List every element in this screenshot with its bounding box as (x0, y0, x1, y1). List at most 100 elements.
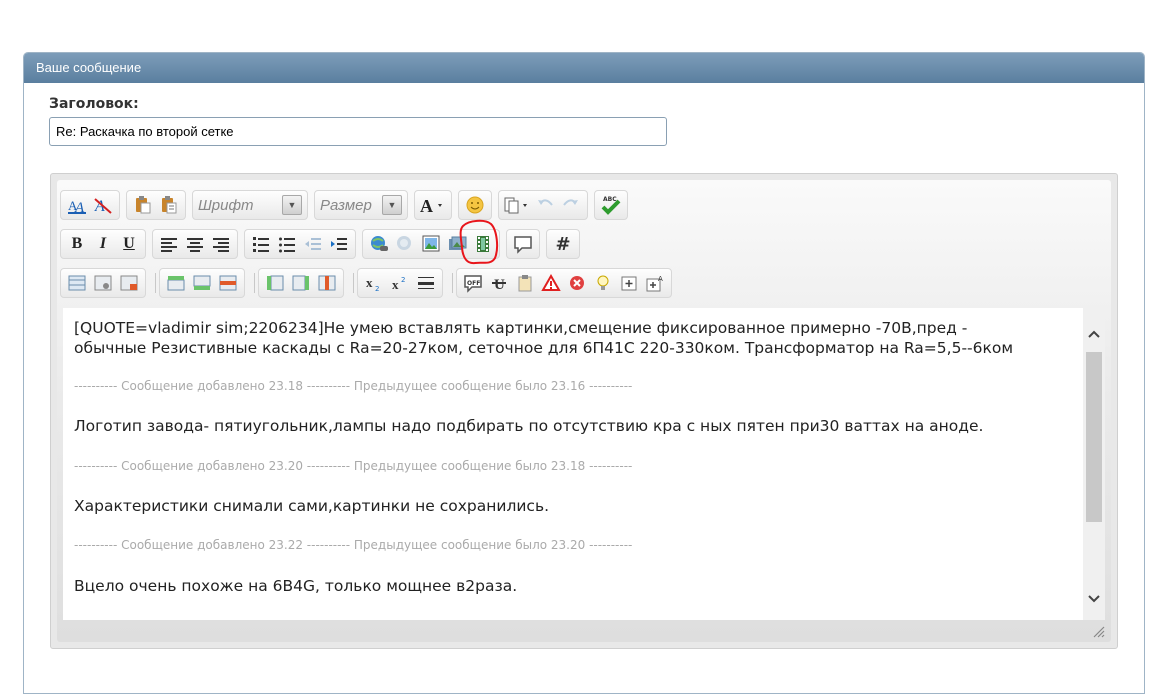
italic-button[interactable]: I (90, 232, 116, 256)
svg-text:2: 2 (401, 276, 405, 284)
toolbar-row-1: AA A Шрифт ▼ Размер ▼ A ABC (60, 190, 634, 220)
horizontal-rule-icon[interactable] (413, 271, 439, 295)
svg-text:ABC: ABC (603, 196, 617, 203)
toolbar-group-textcolor: A (414, 190, 452, 220)
col-delete-icon[interactable] (314, 271, 340, 295)
font-select-label: Шрифт (198, 196, 254, 214)
toolbar-row-2: B I U # (60, 229, 586, 259)
redo-icon[interactable] (558, 193, 584, 217)
undo-icon[interactable] (532, 193, 558, 217)
hash-icon: # (555, 233, 571, 255)
merge-note: ---------- Сообщение добавлено 23.22 ---… (74, 538, 633, 552)
toolbar-group-table (60, 268, 146, 298)
delete-table-icon[interactable] (116, 271, 142, 295)
insert-image-icon[interactable] (418, 232, 444, 256)
svg-text:OFF: OFF (467, 280, 480, 287)
toolbar-group-format: AA A (60, 190, 120, 220)
table-properties-icon[interactable] (90, 271, 116, 295)
toolbar-separator (155, 273, 156, 293)
unordered-list-icon[interactable] (274, 232, 300, 256)
bold-button[interactable]: B (64, 232, 90, 256)
toolbar-group-rows (159, 268, 245, 298)
indent-icon[interactable] (326, 232, 352, 256)
align-right-icon[interactable] (208, 232, 234, 256)
remove-format-icon[interactable]: A (90, 193, 116, 217)
col-insert-before-icon[interactable] (262, 271, 288, 295)
spoiler-icon[interactable] (616, 271, 642, 295)
strike-icon[interactable]: U (486, 271, 512, 295)
table-icon[interactable] (64, 271, 90, 295)
toolbar-separator (353, 273, 354, 293)
quote-icon[interactable] (510, 232, 536, 256)
paste-icon[interactable] (130, 193, 156, 217)
chevron-down-icon: ▼ (282, 195, 302, 215)
scroll-up-icon[interactable] (1083, 323, 1105, 345)
toolbar-row-3: x2 x2 OFF U A (60, 268, 678, 298)
title-label: Заголовок: (49, 96, 139, 112)
row-delete-icon[interactable] (215, 271, 241, 295)
font-color-icon[interactable]: AA (64, 193, 90, 217)
toolbar-group-style: B I U (60, 229, 146, 259)
col-insert-after-icon[interactable] (288, 271, 314, 295)
spellcheck-icon[interactable]: ABC (598, 193, 624, 217)
editor-content[interactable]: [QUOTE=vladimir sim;2206234]Не умею вста… (63, 308, 1083, 620)
toolbar-separator (254, 273, 255, 293)
scroll-down-icon[interactable] (1083, 588, 1105, 610)
bold-icon: B (71, 235, 83, 252)
error-icon[interactable] (564, 271, 590, 295)
panel-title: Ваше сообщение (24, 53, 1144, 83)
svg-text:x: x (366, 275, 373, 290)
subscript-icon[interactable]: x2 (361, 271, 387, 295)
toolbar-group-quote (506, 229, 540, 259)
toolbar-group-smilies (458, 190, 492, 220)
font-select[interactable]: Шрифт ▼ (192, 190, 308, 220)
italic-icon: I (99, 235, 107, 252)
warning-icon[interactable] (538, 271, 564, 295)
smiley-icon[interactable] (462, 193, 488, 217)
message-panel: Ваше сообщение Заголовок: AA A (23, 52, 1145, 694)
toolbar-group-hash: # (546, 229, 580, 259)
toolbar-group-spell: ABC (594, 190, 628, 220)
text-color-icon[interactable]: A (418, 193, 448, 217)
underline-button[interactable]: U (116, 232, 142, 256)
idea-icon[interactable] (590, 271, 616, 295)
clipboard-icon[interactable] (512, 271, 538, 295)
content-paragraph: Вцело очень похоже на 6B4G, только мощне… (74, 577, 518, 595)
content-paragraph: Характеристики снимали сами,картинки не … (74, 497, 550, 515)
align-left-icon[interactable] (156, 232, 182, 256)
remove-link-icon[interactable] (392, 232, 418, 256)
attachment-icon[interactable] (502, 193, 532, 217)
ordered-list-icon[interactable] (248, 232, 274, 256)
svg-text:A: A (420, 196, 433, 215)
toolbar-group-lists (244, 229, 356, 259)
toolbar-group-script: x2 x2 (357, 268, 443, 298)
outdent-icon[interactable] (300, 232, 326, 256)
toolbar-group-attach (498, 190, 588, 220)
row-insert-after-icon[interactable] (189, 271, 215, 295)
resize-grip-icon[interactable] (1091, 624, 1105, 638)
editor-frame: AA A Шрифт ▼ Размер ▼ A ABC B I U # x 2 … (57, 180, 1111, 642)
superscript-icon[interactable]: x2 (387, 271, 413, 295)
row-insert-before-icon[interactable] (163, 271, 189, 295)
toolbar-group-align (152, 229, 238, 259)
insert-link-icon[interactable] (366, 232, 392, 256)
paste-text-icon[interactable] (156, 193, 182, 217)
font-size-increase-icon[interactable]: A (642, 271, 668, 295)
svg-text:U: U (494, 277, 505, 292)
toolbar-group-misc: OFF U A (456, 268, 672, 298)
editor-scrollbar[interactable] (1083, 308, 1105, 620)
content-paragraph: Логотип завода- пятиугольник,лампы надо … (74, 417, 984, 435)
svg-text:x: x (392, 277, 399, 292)
align-center-icon[interactable] (182, 232, 208, 256)
underline-icon: U (123, 235, 135, 252)
offtopic-icon[interactable]: OFF (460, 271, 486, 295)
toolbar-separator (452, 273, 453, 293)
scroll-thumb[interactable] (1086, 352, 1102, 522)
content-paragraph: обычные Резистивные каскады с Ra=20-27ко… (74, 339, 1014, 357)
svg-text:2: 2 (375, 285, 379, 292)
size-select[interactable]: Размер ▼ (314, 190, 408, 220)
title-input[interactable] (49, 117, 667, 146)
hash-button[interactable]: # (550, 232, 576, 256)
merge-note: ---------- Сообщение добавлено 23.18 ---… (74, 379, 633, 393)
svg-text:A: A (658, 275, 663, 283)
